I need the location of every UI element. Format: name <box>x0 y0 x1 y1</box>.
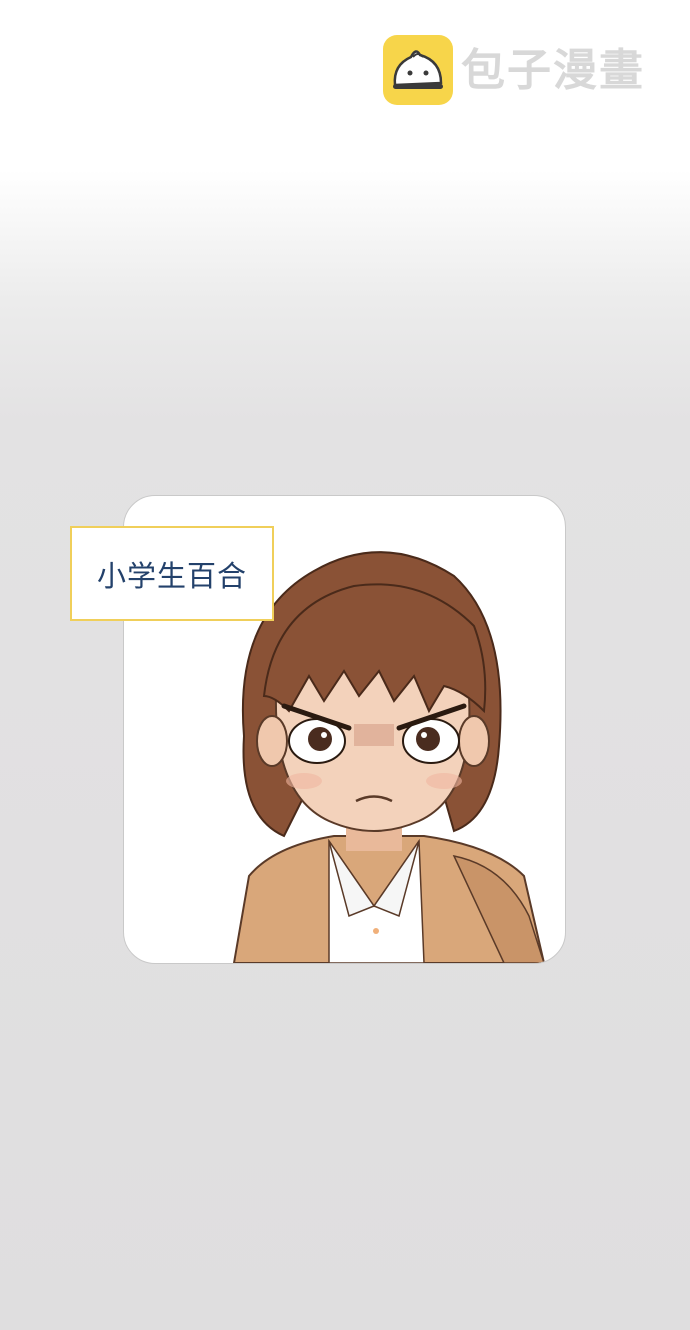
bun-mascot-icon <box>383 35 453 105</box>
site-watermark: 包子漫畫 <box>383 35 663 107</box>
site-name: 包子漫畫 <box>461 45 645 96</box>
character-name: 小学生百合 <box>96 558 247 593</box>
character-name-tag: 小学生百合 <box>70 526 274 621</box>
